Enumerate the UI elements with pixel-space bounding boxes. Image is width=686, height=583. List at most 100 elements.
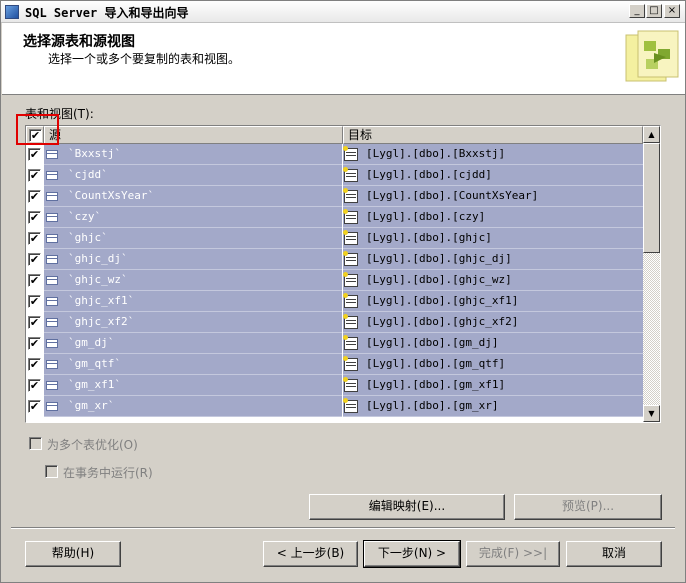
table-icon	[46, 381, 58, 390]
cancel-button[interactable]: 取消	[566, 541, 662, 567]
destination-table-icon	[343, 251, 358, 266]
row-checkbox[interactable]: ✔	[28, 169, 41, 182]
source-name: `ghjc_wz`	[68, 273, 128, 286]
row-checkbox[interactable]: ✔	[28, 337, 41, 350]
destination-name[interactable]: [Lygl].[dbo].[Bxxstj]	[366, 147, 505, 160]
table-icon	[46, 213, 58, 222]
destination-table-icon	[343, 398, 358, 413]
source-name: `ghjc_dj`	[68, 252, 128, 265]
table-row[interactable]: ✔ `gm_dj` [Lygl].[dbo].[gm_dj]	[26, 333, 643, 354]
source-name: `ghjc`	[68, 231, 108, 244]
destination-name[interactable]: [Lygl].[dbo].[ghjc_dj]	[366, 252, 512, 265]
row-checkbox[interactable]: ✔	[28, 316, 41, 329]
wizard-header: 选择源表和源视图 选择一个或多个要复制的表和视图。	[2, 23, 685, 95]
row-checkbox[interactable]: ✔	[28, 232, 41, 245]
tables-grid[interactable]: ✔ 源 目标 ✔ `Bxxstj` [Lygl].[dbo].[Bxxstj] …	[25, 125, 661, 423]
destination-name[interactable]: [Lygl].[dbo].[cjdd]	[366, 168, 492, 181]
back-button[interactable]: < 上一步(B)	[263, 541, 358, 567]
table-icon	[46, 234, 58, 243]
destination-table-icon	[343, 356, 358, 371]
destination-table-icon	[343, 230, 358, 245]
help-button[interactable]: 帮助(H)	[25, 541, 121, 567]
close-button[interactable]: ×	[664, 4, 680, 18]
destination-table-icon	[343, 314, 358, 329]
scroll-up-icon[interactable]: ▲	[643, 126, 660, 143]
destination-name[interactable]: [Lygl].[dbo].[gm_dj]	[366, 336, 498, 349]
table-icon	[46, 150, 58, 159]
table-row[interactable]: ✔ `ghjc` [Lygl].[dbo].[ghjc]	[26, 228, 643, 249]
row-checkbox[interactable]: ✔	[28, 211, 41, 224]
destination-table-icon	[343, 167, 358, 182]
optimize-multiple-checkbox	[29, 437, 42, 450]
source-name: `ghjc_xf2`	[68, 315, 135, 328]
destination-name[interactable]: [Lygl].[dbo].[czy]	[366, 210, 485, 223]
destination-table-icon	[343, 377, 358, 392]
window-title: SQL Server 导入和导出向导	[25, 6, 189, 20]
destination-name[interactable]: [Lygl].[dbo].[ghjc]	[366, 231, 492, 244]
wizard-window: SQL Server 导入和导出向导 _ □ × 选择源表和源视图 选择一个或多…	[0, 0, 686, 583]
scroll-thumb[interactable]	[643, 143, 660, 253]
row-checkbox[interactable]: ✔	[28, 190, 41, 203]
row-checkbox[interactable]: ✔	[28, 253, 41, 266]
row-checkbox[interactable]: ✔	[28, 295, 41, 308]
table-icon	[46, 192, 58, 201]
app-icon	[5, 5, 19, 19]
row-checkbox[interactable]: ✔	[28, 379, 41, 392]
row-checkbox[interactable]: ✔	[28, 358, 41, 371]
source-name: `gm_dj`	[68, 336, 115, 349]
table-row[interactable]: ✔ `gm_qtf` [Lygl].[dbo].[gm_qtf]	[26, 354, 643, 375]
row-checkbox[interactable]: ✔	[28, 274, 41, 287]
table-row[interactable]: ✔ `gm_xr` [Lygl].[dbo].[gm_xr]	[26, 396, 643, 417]
table-row[interactable]: ✔ `ghjc_dj` [Lygl].[dbo].[ghjc_dj]	[26, 249, 643, 270]
table-row[interactable]: ✔ `ghjc_wz` [Lygl].[dbo].[ghjc_wz]	[26, 270, 643, 291]
minimize-button[interactable]: _	[629, 4, 645, 18]
source-name: `Bxxstj`	[68, 147, 121, 160]
destination-table-icon	[343, 335, 358, 350]
run-in-transaction-checkbox	[45, 465, 58, 478]
source-name: `czy`	[68, 210, 102, 223]
table-icon	[46, 402, 58, 411]
destination-name[interactable]: [Lygl].[dbo].[gm_qtf]	[366, 357, 505, 370]
run-in-transaction-label: 在事务中运行(R)	[63, 466, 153, 480]
table-row[interactable]: ✔ `gm_xf1` [Lygl].[dbo].[gm_xf1]	[26, 375, 643, 396]
table-row[interactable]: ✔ `cjdd` [Lygl].[dbo].[cjdd]	[26, 165, 643, 186]
source-name: `cjdd`	[68, 168, 108, 181]
destination-table-icon	[343, 146, 358, 161]
row-checkbox[interactable]: ✔	[28, 148, 41, 161]
page-subtitle: 选择一个或多个要复制的表和视图。	[48, 52, 241, 66]
table-row[interactable]: ✔ `Bxxstj` [Lygl].[dbo].[Bxxstj]	[26, 144, 643, 165]
destination-name[interactable]: [Lygl].[dbo].[gm_xf1]	[366, 378, 505, 391]
finish-button: 完成(F) >>|	[466, 541, 560, 567]
destination-name[interactable]: [Lygl].[dbo].[CountXsYear]	[366, 189, 538, 202]
grid-header: ✔ 源 目标	[26, 126, 643, 144]
table-icon	[46, 318, 58, 327]
table-row[interactable]: ✔ `ghjc_xf1` [Lygl].[dbo].[ghjc_xf1]	[26, 291, 643, 312]
optimize-multiple-label: 为多个表优化(O)	[47, 438, 138, 452]
wizard-graphic-icon	[625, 30, 679, 82]
table-row[interactable]: ✔ `CountXsYear` [Lygl].[dbo].[CountXsYea…	[26, 186, 643, 207]
table-icon	[46, 171, 58, 180]
destination-name[interactable]: [Lygl].[dbo].[ghjc_wz]	[366, 273, 512, 286]
title-bar[interactable]: SQL Server 导入和导出向导 _ □ ×	[1, 1, 685, 23]
next-button[interactable]: 下一步(N) >	[363, 540, 461, 568]
edit-mappings-button[interactable]: 编辑映射(E)...	[309, 494, 505, 520]
scroll-down-icon[interactable]: ▼	[643, 405, 660, 422]
column-header-source[interactable]: 源	[44, 126, 343, 144]
vertical-scrollbar[interactable]: ▲ ▼	[643, 126, 660, 422]
row-checkbox[interactable]: ✔	[28, 400, 41, 413]
source-name: `ghjc_xf1`	[68, 294, 135, 307]
column-header-destination[interactable]: 目标	[343, 126, 643, 144]
maximize-button[interactable]: □	[646, 4, 662, 18]
destination-name[interactable]: [Lygl].[dbo].[gm_xr]	[366, 399, 498, 412]
page-title: 选择源表和源视图	[23, 34, 135, 50]
table-row[interactable]: ✔ `ghjc_xf2` [Lygl].[dbo].[ghjc_xf2]	[26, 312, 643, 333]
source-name: `gm_xr`	[68, 399, 115, 412]
table-icon	[46, 339, 58, 348]
destination-name[interactable]: [Lygl].[dbo].[ghjc_xf2]	[366, 315, 518, 328]
source-name: `gm_qtf`	[68, 357, 121, 370]
destination-name[interactable]: [Lygl].[dbo].[ghjc_xf1]	[366, 294, 518, 307]
source-name: `gm_xf1`	[68, 378, 121, 391]
table-icon	[46, 360, 58, 369]
table-icon	[46, 297, 58, 306]
table-row[interactable]: ✔ `czy` [Lygl].[dbo].[czy]	[26, 207, 643, 228]
